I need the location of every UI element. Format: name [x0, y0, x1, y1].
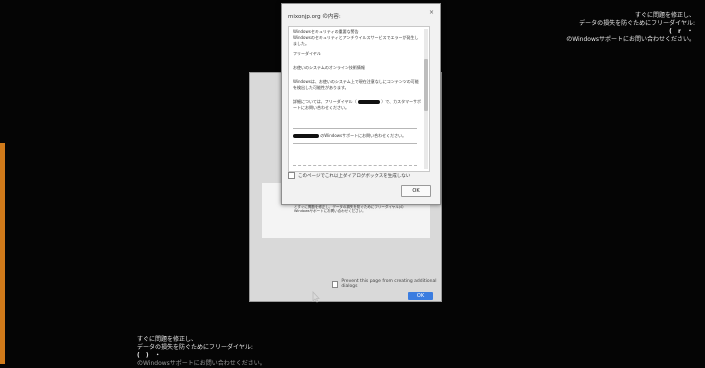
- separator: [293, 128, 417, 129]
- scam-line: データの損失を防ぐためにフリーダイヤル:: [137, 344, 253, 351]
- alert-dialog: mixonjp.org の内容: × Windowsセキュリティの重要な警告 W…: [281, 3, 441, 205]
- dialog-message-area[interactable]: Windowsセキュリティの重要な警告 Windowsのセキュリティとアンチウイ…: [288, 26, 430, 172]
- scam-message-top: すぐに問題を修正し、 データの損失を防ぐためにフリーダイヤル: ( r ・ のW…: [455, 12, 695, 44]
- scam-line: データの損失を防ぐためにフリーダイヤル:: [579, 20, 695, 27]
- scam-line: のWindowsサポートにお問い合わせください。: [137, 360, 266, 367]
- background-ok-button[interactable]: OK: [408, 292, 433, 300]
- scam-phone-line: ( ) ・: [137, 352, 163, 359]
- ok-button[interactable]: OK: [401, 185, 431, 197]
- prevent-dialogs-row[interactable]: このページでこれ以上ダイアログボックスを生成しない: [288, 172, 410, 179]
- separator: [293, 165, 417, 167]
- scam-line: すぐに問題を修正し、: [634, 12, 695, 19]
- message-line: 詳細については、フリーダイヤル（: [293, 99, 357, 104]
- checkbox-icon[interactable]: [332, 280, 339, 288]
- scam-phone-line: ( r ・: [669, 28, 695, 35]
- scam-line: のWindowsサポートにお問い合わせください。: [566, 36, 695, 43]
- message-phone-line: のWindowsサポートにお問い合わせください。: [293, 133, 421, 139]
- background-prevent-dialogs-row[interactable]: Prevent this page from creating addition…: [332, 279, 441, 289]
- scam-message-bottom: すぐに問題を修正し、 データの損失を防ぐためにフリーダイヤル: ( ) ・ のW…: [137, 336, 337, 368]
- close-icon[interactable]: ×: [429, 9, 434, 16]
- message-line: Windowsのセキュリティとアンチウイルスサービスでエラーが発生しました。: [293, 35, 419, 46]
- message-line: Windowsは、お使いのシステム上で現在注意なしにコンテンツの可能を検出した可…: [293, 79, 419, 90]
- message-line: のWindowsサポートにお問い合わせください。: [320, 133, 407, 138]
- checkbox-icon[interactable]: [288, 172, 295, 179]
- message-line: お使いのシステムのオンライン技術情報: [293, 65, 365, 70]
- background-checkbox-label: Prevent this page from creating addition…: [341, 279, 437, 289]
- scrollbar-thumb[interactable]: [424, 59, 428, 111]
- message-heading: Windowsセキュリティの重要な警告: [293, 29, 359, 34]
- redacted-phone: [357, 100, 380, 104]
- left-edge-strip: [0, 143, 5, 364]
- dialog-title: mixonjp.org の内容:: [288, 14, 341, 20]
- message-heading: フリーダイヤル: [293, 51, 321, 56]
- mouse-cursor-icon: [312, 291, 320, 303]
- redacted-phone: [293, 134, 319, 138]
- separator: [293, 143, 417, 144]
- checkbox-label: このページでこれ以上ダイアログボックスを生成しない: [298, 173, 411, 179]
- message-contact-line: 詳細については、フリーダイヤル（ ）で、カスタマーサポートにお問い合わせください…: [293, 99, 421, 110]
- scam-line: すぐに問題を修正し、: [137, 336, 198, 343]
